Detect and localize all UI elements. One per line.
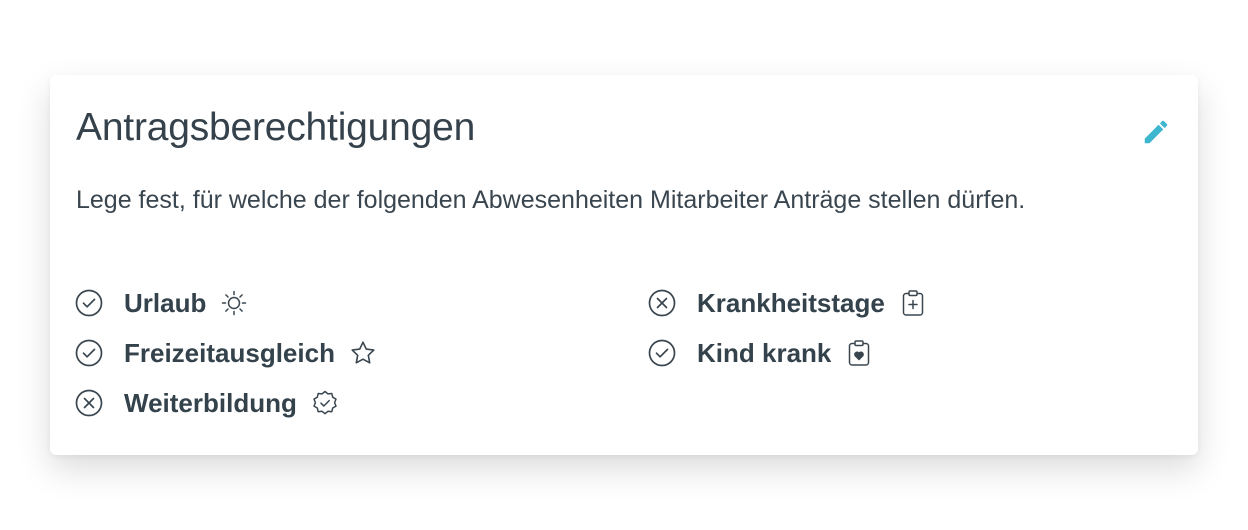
permissions-card: Antragsberechtigungen Lege fest, für wel… — [50, 75, 1198, 455]
permission-label: Freizeitausgleich — [124, 337, 335, 368]
pencil-icon — [1141, 117, 1171, 147]
x-circle-icon — [648, 289, 676, 317]
permission-krankheitstage[interactable]: Krankheitstage — [648, 286, 927, 320]
x-circle-icon — [75, 389, 103, 417]
permission-label: Krankheitstage — [697, 287, 885, 318]
permission-freizeitausgleich[interactable]: Freizeitausgleich — [75, 336, 377, 370]
permission-weiterbildung[interactable]: Weiterbildung — [75, 386, 339, 420]
card-title: Antragsberechtigungen — [76, 106, 476, 149]
check-circle-icon — [648, 339, 676, 367]
clipboard-plus-icon — [899, 289, 927, 317]
permission-kind-krank[interactable]: Kind krank — [648, 336, 873, 370]
badge-check-icon — [311, 389, 339, 417]
permission-label: Weiterbildung — [124, 387, 297, 418]
card-description: Lege fest, für welche der folgenden Abwe… — [76, 186, 1026, 214]
permission-label: Kind krank — [697, 337, 832, 368]
check-circle-icon — [75, 289, 103, 317]
check-circle-icon — [75, 339, 103, 367]
star-icon — [349, 339, 377, 367]
clipboard-heart-icon — [845, 339, 873, 367]
permission-label: Urlaub — [124, 287, 207, 318]
sun-icon — [220, 289, 248, 317]
permission-urlaub[interactable]: Urlaub — [75, 286, 248, 320]
edit-button[interactable] — [1138, 114, 1174, 150]
